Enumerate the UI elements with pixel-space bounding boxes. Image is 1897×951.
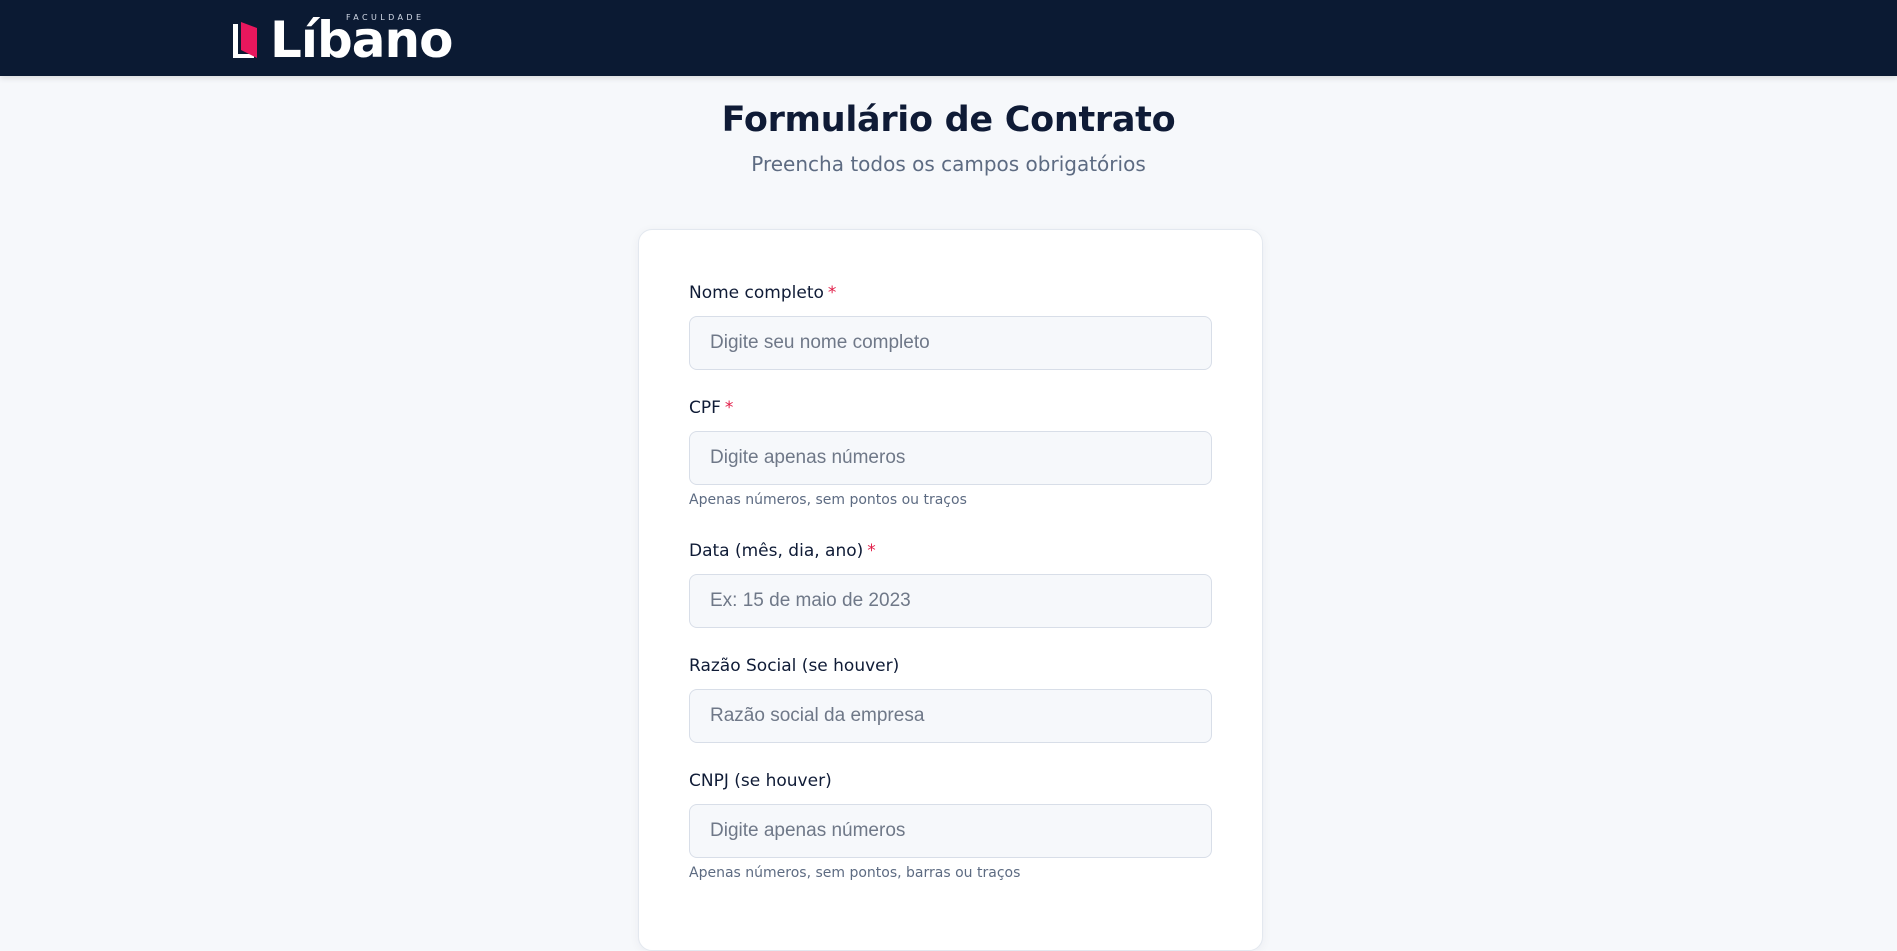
required-marker: * xyxy=(827,283,837,303)
field-label: Razão Social (se houver) xyxy=(689,655,1212,677)
page-heading: Formulário de Contrato Preencha todos os… xyxy=(0,100,1897,176)
company-name-input[interactable] xyxy=(689,689,1212,743)
brand-name: Líbano xyxy=(270,11,453,69)
cpf-input[interactable] xyxy=(689,431,1212,485)
field-cpf: CPF* Apenas números, sem pontos ou traço… xyxy=(689,397,1212,508)
field-label-text: Data (mês, dia, ano) xyxy=(689,541,864,561)
page-subtitle: Preencha todos os campos obrigatórios xyxy=(751,152,1146,176)
field-label: Data (mês, dia, ano) * xyxy=(689,540,1212,562)
full-name-input[interactable] xyxy=(689,316,1212,370)
field-label: Nome completo * xyxy=(689,282,1212,304)
field-label-text: Razão Social (se houver) xyxy=(689,656,900,676)
contract-form: Nome completo* CPF* Apenas números, sem … xyxy=(638,229,1263,951)
cpf-hint: Apenas números, sem pontos ou traços xyxy=(689,492,967,508)
required-marker: * xyxy=(724,398,734,418)
field-cnpj: CNPJ (se houver) Apenas números, sem pon… xyxy=(689,770,1212,881)
brand-logo[interactable]: Líbano FACULDADE xyxy=(230,11,453,69)
brand-kicker: FACULDADE xyxy=(346,13,425,22)
required-marker: * xyxy=(867,541,876,561)
date-input[interactable] xyxy=(689,574,1212,628)
field-razao-social: Razão Social (se houver) xyxy=(689,655,1212,743)
page-title: Formulário de Contrato xyxy=(721,100,1176,140)
field-label: CNPJ (se houver) xyxy=(689,770,1212,792)
field-data: Data (mês, dia, ano) * xyxy=(689,540,1212,628)
top-navbar: Líbano FACULDADE xyxy=(0,0,1897,76)
cnpj-input[interactable] xyxy=(689,804,1212,858)
book-logo-icon xyxy=(230,20,264,62)
field-label-text: CPF xyxy=(689,398,721,418)
cnpj-hint: Apenas números, sem pontos, barras ou tr… xyxy=(689,865,1021,881)
field-label-text: Nome completo xyxy=(689,283,824,303)
field-nome-completo: Nome completo * xyxy=(689,282,1212,370)
field-label: CPF * xyxy=(689,397,1212,419)
field-label-text: CNPJ (se houver) xyxy=(689,771,832,791)
